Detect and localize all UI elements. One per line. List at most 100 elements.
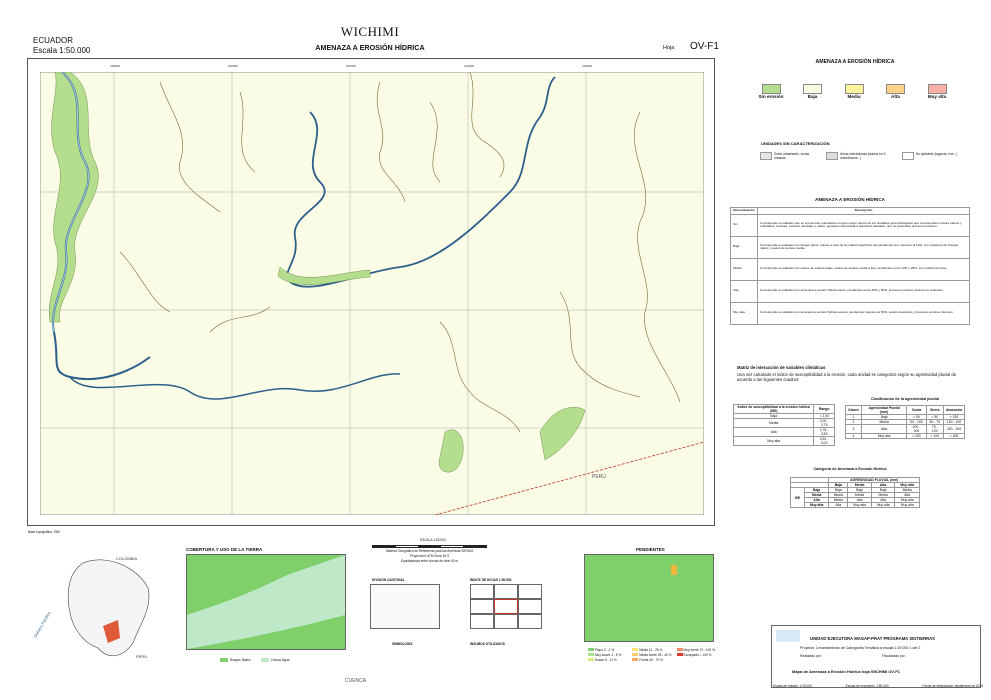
location-map: COLOMBIA PERÚ Océano Pacífico [28,548,178,678]
cell: 100 - 200 [906,424,927,434]
legend-item: Suave 5 - 12 % [588,658,629,662]
index-cell [518,599,542,614]
sistema: Sistema Geográfico de Referencia para la… [385,549,474,553]
category-table: AGRESIVIDAD PLUVIAL (mm) Baja Media Alta Mu… [789,477,920,508]
map-theme: AMENAZA A EROSIÓN HÍDRICA [315,43,425,52]
peru-label: PERÚ [592,473,606,480]
legend-label: Bosque Nativo [230,658,251,662]
index-cell [494,584,518,599]
index-cell [494,614,518,629]
scale-seg [440,546,464,547]
proyeccion: Proyección UTM Zona 18 S [409,554,450,558]
map-name: WICHIMI [340,24,400,39]
sheet-code: OV-F1 [690,41,719,52]
swatch-media [844,84,864,94]
swatch [220,658,228,662]
unit-item: No aplicable (lagunas, ríos...) [901,152,960,160]
legend-label: Sin erosión [758,94,784,99]
swatch-muy-alta [927,84,947,94]
col-header: Sierra [925,405,944,415]
col-header: Costa [906,405,927,415]
cell: 75 - 100 [925,424,944,434]
col-header: Descripción [757,207,970,215]
cell: Alta [732,427,815,437]
cell: > 100 [925,433,944,439]
index-cell [518,614,542,629]
map-canvas[interactable]: PERÚ [40,72,704,515]
cell: 3,51 - 4,00 [813,436,835,446]
pluvial-title: Clasificación de la agresividad pluvial [870,397,940,401]
tick-label: 236000 [582,64,593,68]
swatch [588,658,594,661]
pluvial-table: Clases Agresividad Pluvial (mm) Costa Sierr… [845,405,966,439]
row-name: Sin [730,213,758,237]
legend-label: Media [847,94,861,99]
legend-item: Muy alta [920,84,954,99]
index-cell [518,584,542,599]
legend-item: Media [837,84,871,99]
legend-item: Fuerte 40 - 70 % [632,658,673,662]
col-header: Índice de susceptibilidad a la erosión h… [732,404,815,414]
col-header: Agresividad Pluvial (mm) [860,405,908,415]
units-list: Suelo urbanizado, zonas urbanas Áreas mi… [760,152,960,160]
row-name: Alta [730,279,758,303]
unit-label: No aplicable (lagunas, ríos...) [915,152,958,156]
index-cell [470,584,494,599]
division-title: DIVISIÓN CANTONAL [372,578,405,582]
index-cell [470,614,494,629]
legend-label: Escarpado > 100 % [683,653,712,657]
scale-seg [395,546,419,547]
row-group-header: ISE [790,487,805,508]
legend-swatches: Sin erosión Baja Media Alta Muy alta [754,84,954,99]
swatch [588,648,594,651]
row-header: Muy alta [803,502,830,508]
legend-title: AMENAZA A EROSIÓN HÍDRICA [815,59,895,65]
row-name: Baja [730,235,758,259]
tick-label: 230000 [228,64,239,68]
tick-label: 232000 [346,64,357,68]
legend-item: Muy fuerte 70 - 100 % [676,648,718,652]
legend-item: Media fuerte 25 - 40 % [632,653,673,657]
cat-title: Categoría de Amenaza a Erosión Hídrica [813,467,887,471]
pendientes-map [584,554,714,642]
swatch [260,658,269,662]
cell: Media [732,418,815,428]
row-name: Media [730,257,758,281]
legend-label: Media 12 - 25 % [639,648,663,652]
legend-item: Bosque Nativo [220,658,251,662]
cobertura-map [186,554,346,650]
logo [776,630,800,642]
legend-label: Media fuerte 25 - 40 % [639,653,672,657]
realizado-label: Realizado por: [800,654,822,658]
legend-item: Cuerpo Agua [260,658,290,662]
unit-label: Suelo urbanizado, zonas urbanas [774,152,810,160]
legend-label: Cuerpo Agua [270,658,290,662]
cobertura-title: COBERTURA Y USO DE LA TIERRA [186,547,263,552]
cell: 2,76 - 3,50 [813,427,835,437]
col-header: Denominación [730,207,758,215]
hoja-label: Hoja [663,45,675,51]
index-cell [470,599,494,614]
cell: Muy alta [847,502,872,508]
cell: > 300 [942,433,966,439]
col-header: Clases [845,405,862,415]
legend-item: Sin erosión [754,84,788,99]
index-cell-current [494,599,518,614]
unit-name: UNIDAD EJECUTORA MAGAP-PRAT PROGRAMA SIG… [810,636,935,641]
hatch-swatch [760,152,772,160]
cell: 3 [845,424,862,434]
cell: Muy alta [732,436,815,446]
row-text: Corresponde a unidades con relieve de co… [757,257,970,281]
cell: Alta [828,502,849,508]
cell: 200 - 300 [942,424,966,434]
footer-item: Escala de trabajo: 1:25.000 [773,684,812,688]
project-name: Proyecto: Levantamiento de Cartografía T… [800,646,921,650]
matrix-intro: Una vez calculado el índice de susceptib… [737,372,957,382]
swatch [676,653,683,656]
legend-item: Baja [796,84,830,99]
simbologia-title: SIMBOLOGÍA [392,642,413,646]
units-title: UNIDADES SIN CARACTERIZACIÓN [761,141,830,146]
white-swatch [901,152,914,160]
cell: Muy alta [860,433,908,439]
row-text: Corresponde a unidades con amenaza a ero… [757,279,970,303]
